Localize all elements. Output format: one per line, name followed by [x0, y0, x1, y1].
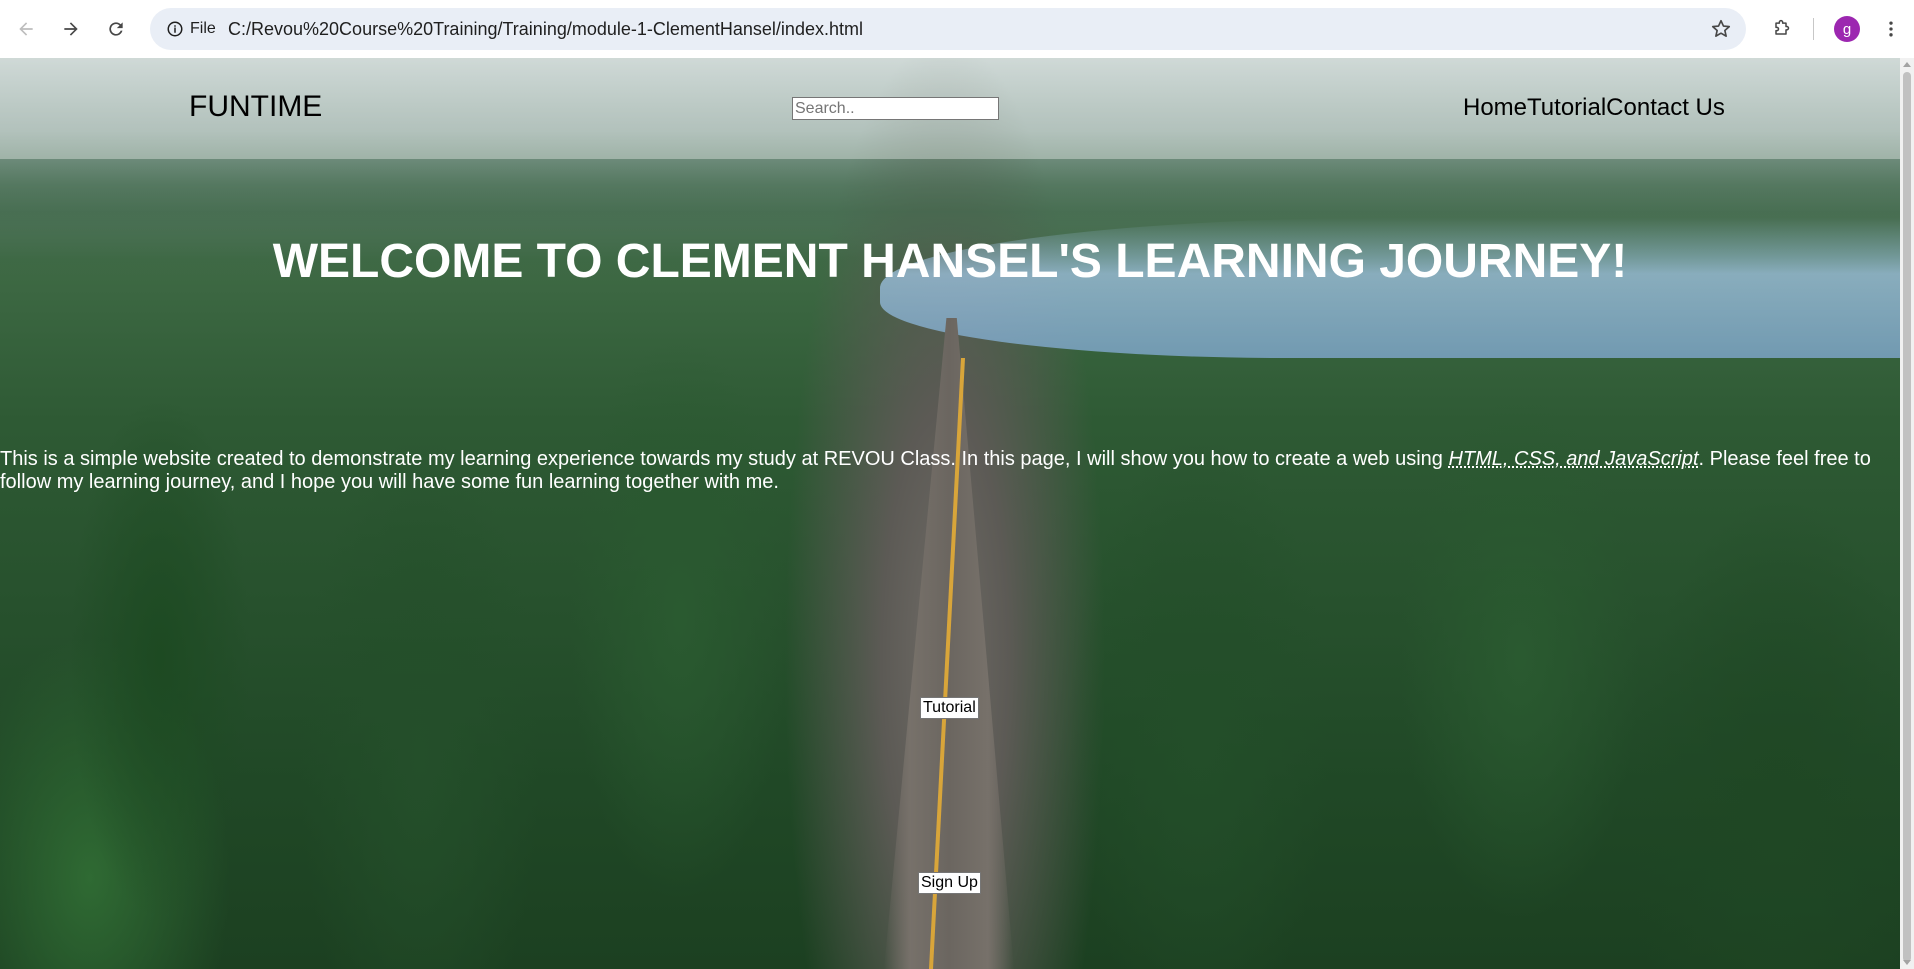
intro-paragraph: This is a simple website created to demo… — [0, 448, 1900, 494]
tech-abbr: HTML, CSS, and JavaScript — [1448, 448, 1699, 470]
scroll-down-arrow-icon[interactable] — [1903, 960, 1911, 965]
address-bar[interactable]: File C:/Revou%20Course%20Training/Traini… — [150, 8, 1746, 50]
back-button[interactable] — [11, 14, 41, 44]
reload-icon — [109, 22, 123, 36]
nav-tutorial[interactable]: Tutorial — [1527, 94, 1606, 122]
bookmark-star-icon[interactable] — [1710, 18, 1732, 40]
browser-toolbar: File C:/Revou%20Course%20Training/Traini… — [0, 0, 1914, 58]
site-header: FUNTIME Home Tutorial Contact Us — [0, 58, 1900, 159]
search-input[interactable] — [792, 97, 999, 120]
kebab-menu-icon — [1889, 21, 1893, 37]
site-info-label: File — [190, 20, 216, 37]
profile-avatar[interactable]: g — [1834, 16, 1860, 42]
reload-button[interactable] — [101, 14, 131, 44]
url-text[interactable]: C:/Revou%20Course%20Training/Training/mo… — [228, 19, 863, 40]
puzzle-icon — [1775, 19, 1790, 35]
sign-up-button[interactable]: Sign Up — [918, 872, 981, 894]
forward-button[interactable] — [56, 14, 86, 44]
hero-title: WELCOME TO CLEMENT HANSEL'S LEARNING JOU… — [272, 235, 1628, 288]
nav-contact-us[interactable]: Contact Us — [1606, 94, 1725, 122]
intro-text-start: This is a simple website created to demo… — [0, 448, 1449, 470]
site-logo-text[interactable]: FUNTIME — [189, 90, 322, 124]
main-nav: Home Tutorial Contact Us — [1463, 94, 1725, 122]
toolbar-divider — [1813, 18, 1814, 40]
scrollbar-thumb[interactable] — [1903, 72, 1911, 962]
browser-menu-button[interactable] — [1876, 14, 1906, 44]
background-forest-right — [1000, 258, 1900, 969]
background-forest-left — [0, 238, 860, 969]
site-info-button[interactable]: File — [160, 15, 226, 43]
scroll-up-arrow-icon[interactable] — [1903, 62, 1911, 67]
nav-home[interactable]: Home — [1463, 94, 1527, 122]
extensions-button[interactable] — [1766, 14, 1796, 44]
page-viewport: FUNTIME Home Tutorial Contact Us WELCOME… — [0, 58, 1900, 969]
page-scrollbar[interactable] — [1900, 58, 1914, 969]
forward-arrow-icon — [64, 22, 78, 36]
tutorial-button[interactable]: Tutorial — [920, 697, 979, 719]
back-arrow-icon — [19, 22, 33, 36]
info-icon — [167, 21, 183, 37]
